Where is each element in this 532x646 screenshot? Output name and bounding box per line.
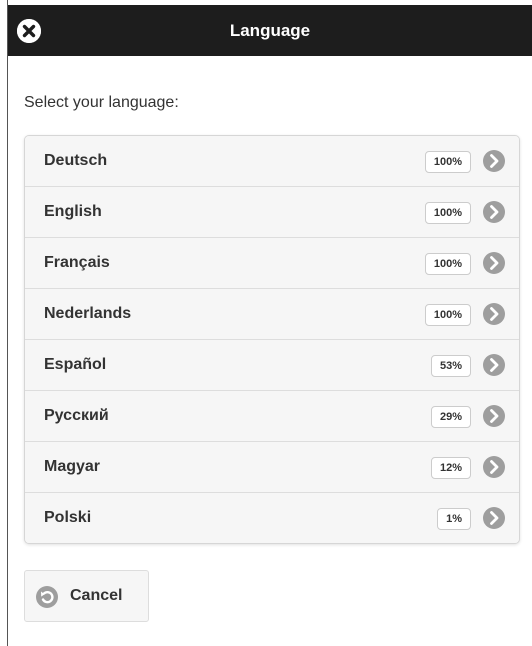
chevron-right-icon [483, 201, 505, 223]
translation-percent-badge: 1% [437, 508, 471, 530]
translation-percent-badge: 100% [424, 304, 471, 326]
chevron-right-icon [483, 303, 505, 325]
language-item-francais[interactable]: Français 100% [25, 238, 519, 289]
language-item-espanol[interactable]: Español 53% [25, 340, 519, 391]
window-left-edge [0, 0, 8, 646]
language-item-deutsch[interactable]: Deutsch 100% [25, 136, 519, 187]
language-label: Español [44, 356, 107, 373]
language-list: Deutsch 100% English 100% Français 100% … [24, 135, 520, 544]
chevron-right-icon [483, 150, 505, 172]
language-item-polski[interactable]: Polski 1% [25, 493, 519, 543]
language-label: Русский [44, 407, 109, 424]
language-item-english[interactable]: English 100% [25, 187, 519, 238]
header-bar: Language [8, 5, 532, 56]
language-label: Deutsch [44, 152, 108, 169]
chevron-right-icon [483, 405, 505, 427]
language-label: Nederlands [44, 305, 132, 322]
language-label: Polski [44, 509, 92, 526]
translation-percent-badge: 100% [424, 253, 471, 275]
language-prompt: Select your language: [24, 94, 179, 111]
chevron-right-icon [483, 456, 505, 478]
chevron-right-icon [483, 354, 505, 376]
translation-percent-badge: 29% [430, 406, 471, 428]
translation-percent-badge: 12% [430, 457, 471, 479]
language-item-nederlands[interactable]: Nederlands 100% [25, 289, 519, 340]
translation-percent-badge: 100% [424, 202, 471, 224]
language-item-russian[interactable]: Русский 29% [25, 391, 519, 442]
translation-percent-badge: 100% [424, 151, 471, 173]
chevron-right-icon [483, 252, 505, 274]
cancel-button-label: Cancel [70, 587, 123, 604]
language-label: English [44, 203, 102, 220]
language-item-magyar[interactable]: Magyar 12% [25, 442, 519, 493]
cancel-button[interactable]: Cancel [24, 570, 149, 622]
page-title: Language [229, 21, 311, 40]
language-label: Magyar [44, 458, 101, 475]
translation-percent-badge: 53% [430, 355, 471, 377]
language-label: Français [44, 254, 110, 271]
chevron-right-icon [483, 507, 505, 529]
back-arrow-icon [36, 586, 58, 608]
